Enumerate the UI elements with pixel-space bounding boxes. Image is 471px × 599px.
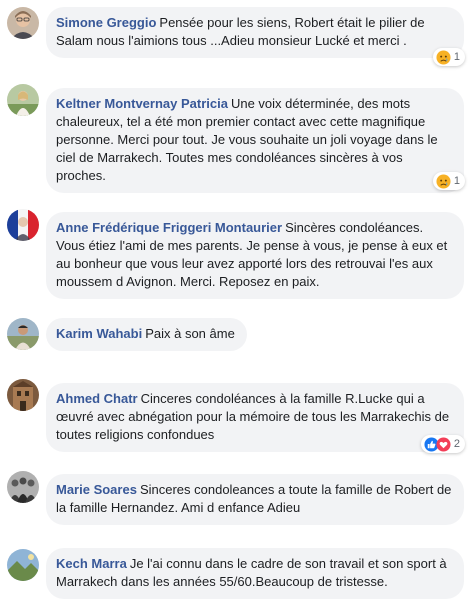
comment-bubble: Kech Marra Je l'ai connu dans le cadre de… xyxy=(46,548,464,599)
comment-item: Ahmed Chatr Cinceres condoléances à la fa… xyxy=(0,355,471,465)
avatar-woman-outdoors xyxy=(7,84,39,116)
comment-author[interactable]: Keltner Montvernay Patricia xyxy=(56,96,228,111)
avatar[interactable] xyxy=(7,379,39,411)
sad-reaction-icon xyxy=(436,173,451,189)
reaction-summary[interactable]: 2 xyxy=(420,435,465,453)
comment-bubble: Anne Frédérique Friggeri Montaurier Sincè… xyxy=(46,212,464,299)
comment-bubble: Keltner Montvernay Patricia Une voix déte… xyxy=(46,88,464,193)
avatar[interactable] xyxy=(7,318,39,350)
reaction-summary[interactable]: 1 xyxy=(432,48,465,66)
reaction-summary[interactable]: 1 xyxy=(432,172,465,190)
avatar-building xyxy=(7,379,39,411)
avatar[interactable] xyxy=(7,549,39,581)
comment-bubble: Marie Soares Sinceres condoleances a tout… xyxy=(46,474,464,525)
reaction-count: 1 xyxy=(453,175,460,187)
reaction-icons xyxy=(424,436,451,452)
avatar-landscape xyxy=(7,549,39,581)
avatar[interactable] xyxy=(7,471,39,503)
comment-item: Keltner Montvernay Patricia Une voix déte… xyxy=(0,80,471,195)
comment-item: Anne Frédérique Friggeri Montaurier Sincè… xyxy=(0,195,471,300)
avatar-woman-glasses xyxy=(7,7,39,39)
comment-author[interactable]: Simone Greggio xyxy=(56,15,156,30)
comment-author[interactable]: Kech Marra xyxy=(56,556,127,571)
avatar-person-outdoors xyxy=(7,318,39,350)
comment-author[interactable]: Karim Wahabi xyxy=(56,326,142,341)
comment-item: Simone Greggio Pensée pour les siens, Rob… xyxy=(0,0,471,80)
avatar[interactable] xyxy=(7,7,39,39)
comment-author[interactable]: Anne Frédérique Friggeri Montaurier xyxy=(56,220,282,235)
comment-bubble: Ahmed Chatr Cinceres condoléances à la fa… xyxy=(46,383,464,452)
reaction-count: 2 xyxy=(453,438,460,450)
comment-bubble: Karim Wahabi Paix à son âme xyxy=(46,318,247,351)
sad-reaction-icon xyxy=(436,49,451,65)
love-reaction-icon xyxy=(436,436,451,452)
comment-bubble: Simone Greggio Pensée pour les siens, Rob… xyxy=(46,7,464,58)
comment-author[interactable]: Ahmed Chatr xyxy=(56,391,138,406)
comment-item: Kech Marra Je l'ai connu dans le cadre de… xyxy=(0,535,471,599)
reaction-count: 1 xyxy=(453,51,460,63)
avatar[interactable] xyxy=(7,84,39,116)
comment-text: Paix à son âme xyxy=(145,326,235,341)
avatar[interactable] xyxy=(7,209,39,241)
comment-item: Marie Soares Sinceres condoleances a tout… xyxy=(0,465,471,535)
avatar-flag-portrait xyxy=(7,209,39,241)
comment-item: Karim Wahabi Paix à son âme xyxy=(0,300,471,355)
comment-author[interactable]: Marie Soares xyxy=(56,482,137,497)
avatar-group-photo xyxy=(7,471,39,503)
